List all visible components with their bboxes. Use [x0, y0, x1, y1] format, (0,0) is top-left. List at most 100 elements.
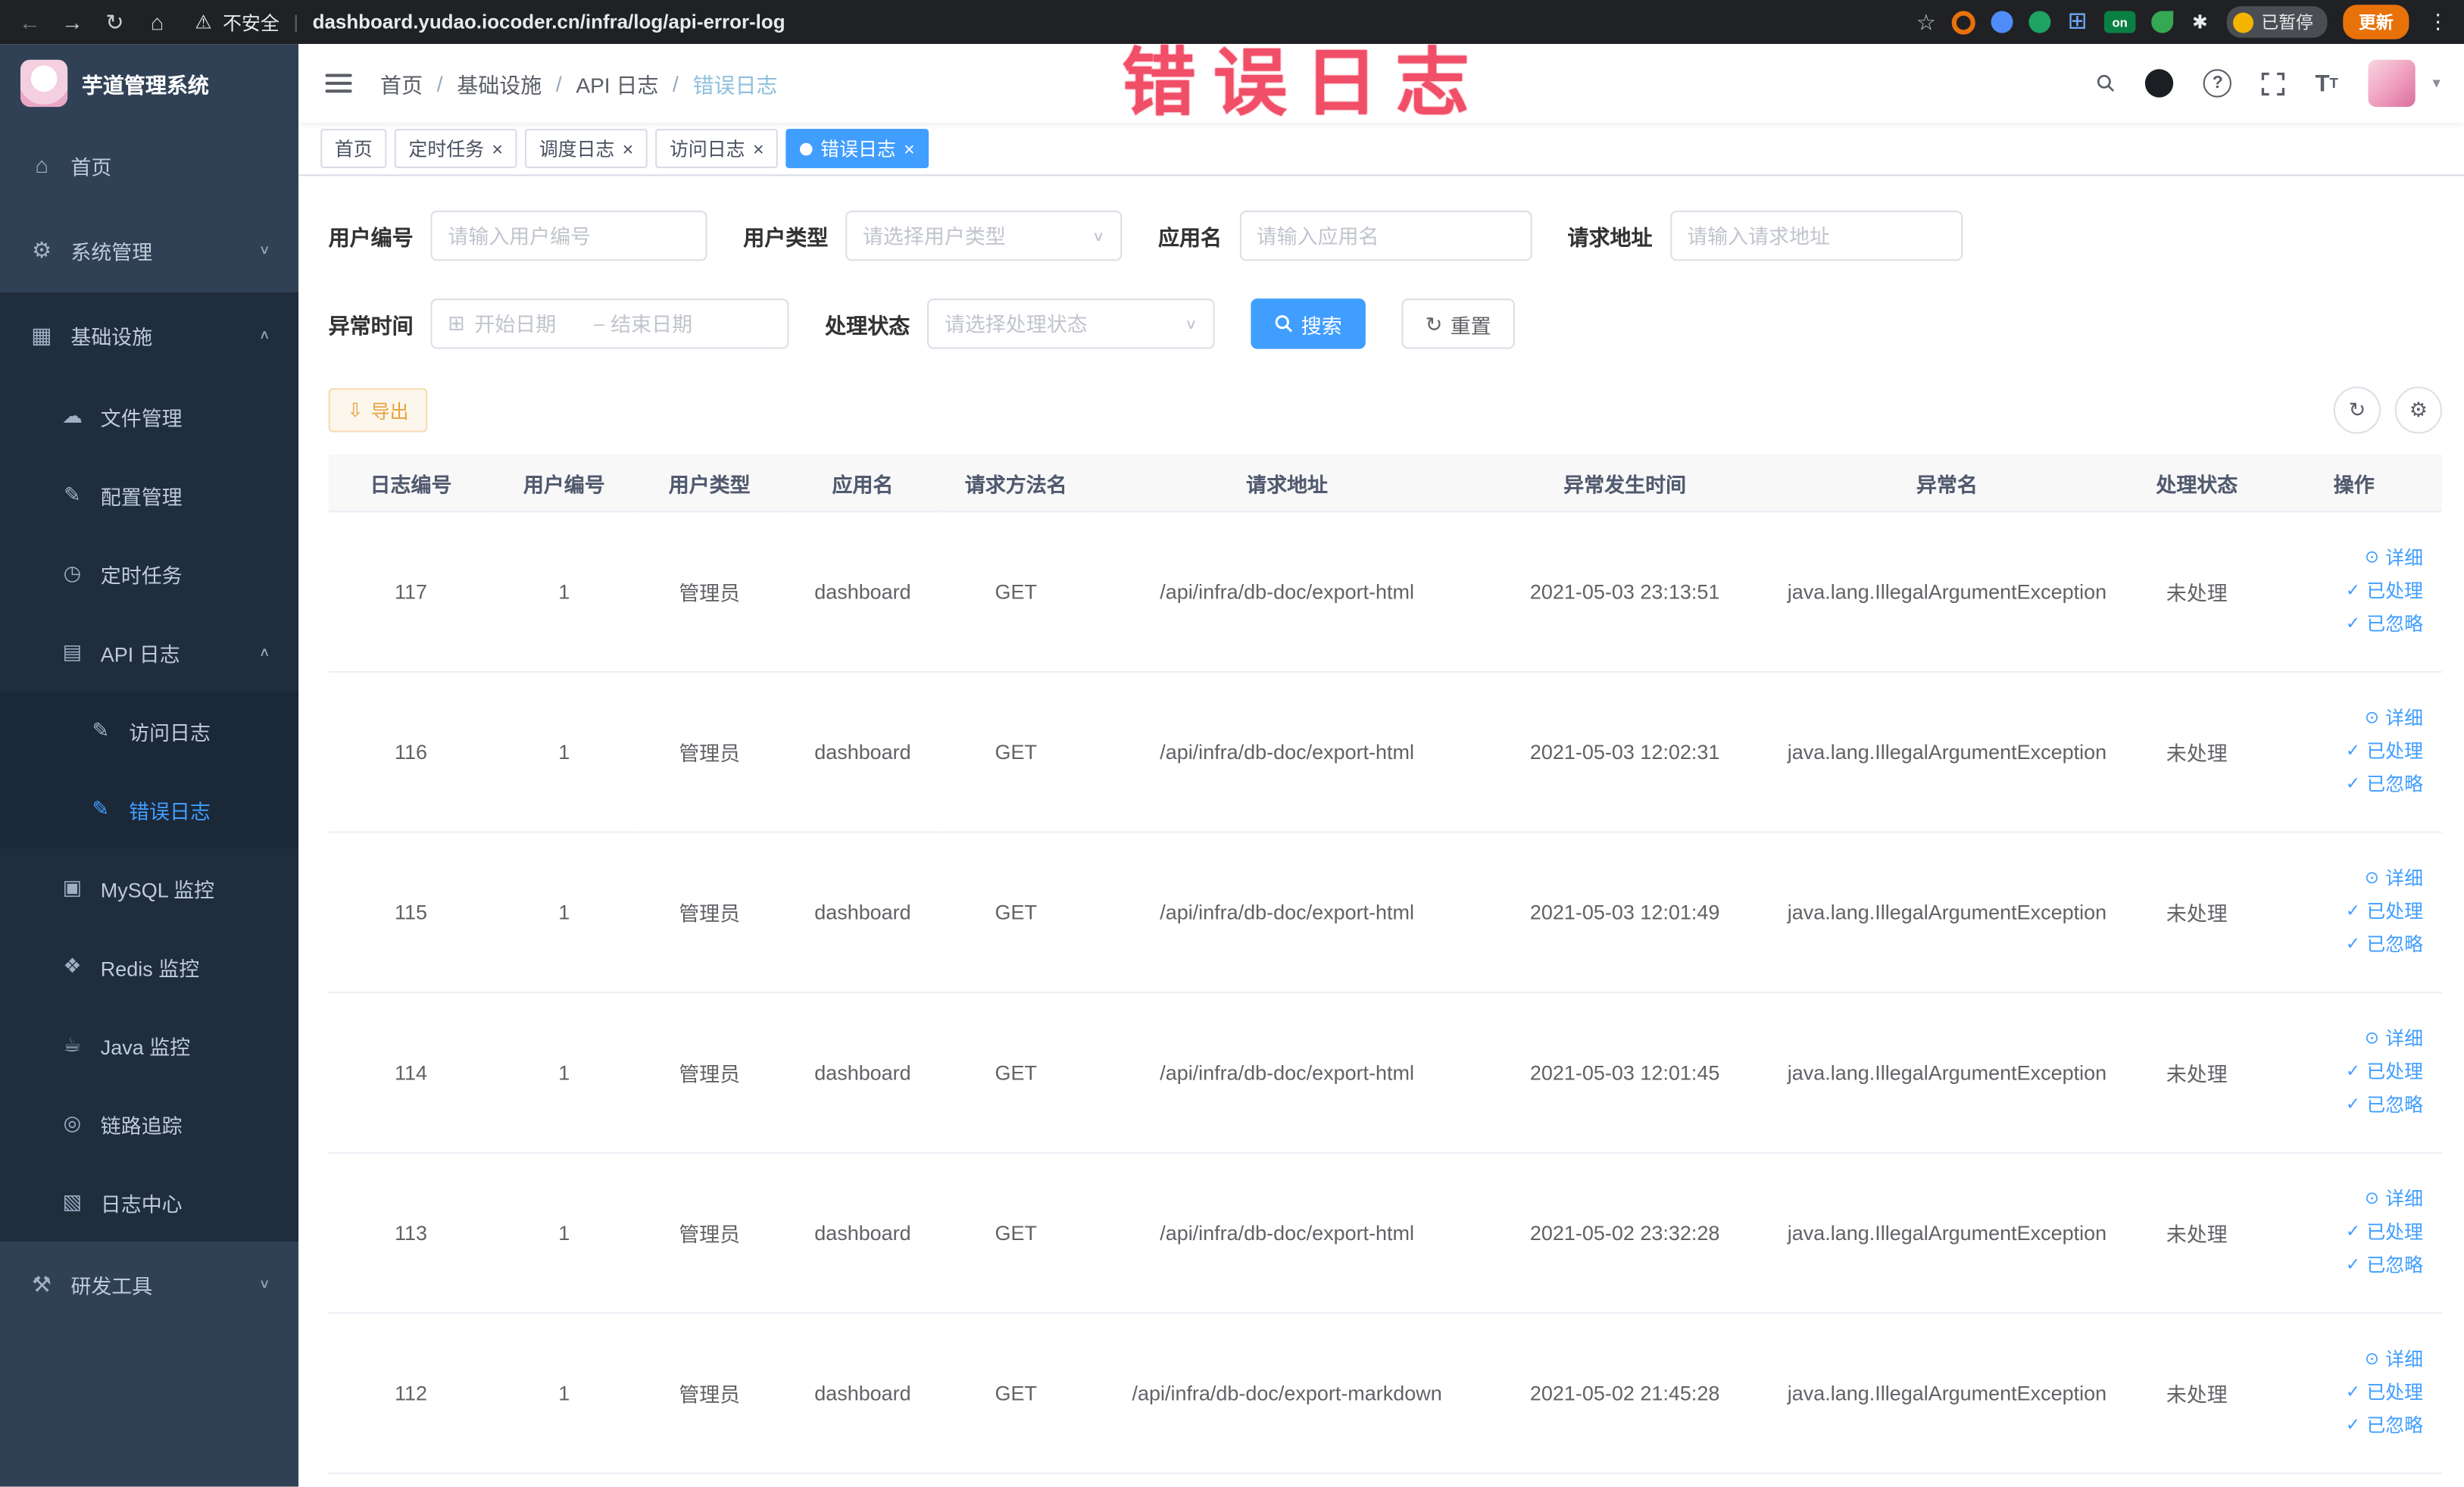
tab-error-logs[interactable]: 错误日志 ×: [785, 129, 929, 168]
sidebar-item-label: 日志中心: [100, 1192, 183, 1216]
mark-ignored-link[interactable]: ✓ 已忽略: [2272, 1410, 2423, 1443]
tab-label: 定时任务: [408, 138, 485, 161]
process-status-select-input[interactable]: [944, 300, 1176, 348]
sidebar-item-label: 配置管理: [100, 485, 183, 509]
help-icon[interactable]: ?: [2203, 69, 2232, 98]
sidebar-item-error-logs[interactable]: ✎ 错误日志: [0, 770, 299, 849]
close-icon[interactable]: ×: [492, 139, 503, 158]
user-type-select[interactable]: ∨: [845, 210, 1123, 261]
search-button[interactable]: 搜索: [1251, 298, 1366, 349]
mark-processed-link[interactable]: ✓ 已处理: [2272, 896, 2423, 929]
mark-processed-link[interactable]: ✓ 已处理: [2272, 1217, 2423, 1250]
sidebar-menu: ⌂ 首页 ⚙ 系统管理 ∨ ▦ 基础设施 ∧ ☁ 文件管理 ✎ 配置管理 ◷ 定…: [0, 123, 299, 1487]
tab-scheduled-tasks[interactable]: 定时任务 ×: [394, 129, 517, 168]
end-date-input[interactable]: [611, 300, 724, 348]
detail-link[interactable]: ⊙ 详细: [2272, 702, 2423, 736]
chevron-down-icon[interactable]: ▾: [2432, 75, 2440, 92]
chevron-up-icon: ∧: [258, 327, 270, 342]
home-icon[interactable]: ⌂: [143, 9, 171, 34]
request-url-input[interactable]: [1687, 212, 1945, 260]
mark-processed-link[interactable]: ✓ 已处理: [2272, 1376, 2423, 1410]
detail-link[interactable]: ⊙ 详细: [2272, 1023, 2423, 1057]
sidebar-item-mysql-monitor[interactable]: ▣ MySQL 监控: [0, 848, 298, 927]
extension-icon[interactable]: [2028, 11, 2051, 33]
reset-button[interactable]: ↻ 重置: [1401, 298, 1515, 349]
tab-home[interactable]: 首页: [320, 129, 387, 168]
mark-ignored-link[interactable]: ✓ 已忽略: [2272, 768, 2423, 801]
sidebar-item-dev-tools[interactable]: ⚒ 研发工具 ∨: [0, 1242, 298, 1326]
mark-ignored-link[interactable]: ✓ 已忽略: [2272, 1089, 2423, 1123]
search-icon[interactable]: [2097, 74, 2116, 93]
extension-icon[interactable]: [1991, 11, 2013, 33]
github-icon[interactable]: [2145, 69, 2174, 98]
user-avatar[interactable]: [2368, 59, 2416, 108]
mark-ignored-link[interactable]: ✓ 已忽略: [2272, 1249, 2423, 1282]
sidebar-item-link-tracing[interactable]: ◎ 链路追踪: [0, 1084, 298, 1163]
mark-ignored-link[interactable]: ✓ 已忽略: [2272, 608, 2423, 642]
sidebar-item-file-management[interactable]: ☁ 文件管理: [0, 377, 298, 456]
monkey-face-icon: [2233, 11, 2254, 33]
breadcrumb-item[interactable]: 首页: [380, 67, 423, 98]
table-row: 115 1 管理员 dashboard GET /api/infra/db-do…: [328, 832, 2442, 994]
extension-icon[interactable]: [2151, 11, 2174, 33]
check-icon: ✓: [2345, 614, 2361, 634]
browser-update-button[interactable]: 更新: [2343, 5, 2409, 39]
refresh-icon[interactable]: ↻: [101, 8, 129, 35]
logo[interactable]: 芋道管理系统: [0, 44, 298, 123]
sidebar-item-java-monitor[interactable]: ☕ Java 监控: [0, 1006, 298, 1085]
sidebar-item-label: MySQL 监控: [100, 877, 215, 901]
process-status-select[interactable]: ∨: [927, 298, 1215, 349]
mark-processed-link[interactable]: ✓ 已处理: [2272, 736, 2423, 769]
breadcrumb-item[interactable]: 基础设施: [457, 67, 542, 98]
close-icon[interactable]: ×: [623, 139, 634, 158]
sidebar-item-infrastructure[interactable]: ▦ 基础设施 ∧: [0, 292, 298, 377]
close-icon[interactable]: ×: [753, 139, 764, 158]
back-icon[interactable]: ←: [16, 9, 44, 34]
address-bar[interactable]: ⚠ 不安全 dashboard.yudao.iocoder.cn/infra/l…: [195, 8, 1902, 35]
user-id-input[interactable]: [448, 212, 690, 260]
close-icon[interactable]: ×: [904, 139, 915, 158]
sidebar-toggle[interactable]: [322, 63, 355, 104]
export-button-label: 导出: [370, 399, 409, 423]
column-settings-icon[interactable]: ⚙: [2394, 386, 2442, 434]
tampermonkey-paused-badge[interactable]: 已暂停: [2226, 6, 2328, 38]
app-name-input[interactable]: [1256, 212, 1514, 260]
extension-icon[interactable]: [1951, 10, 1975, 34]
detail-link[interactable]: ⊙ 详细: [2272, 1183, 2423, 1217]
download-icon: ⇩: [347, 398, 364, 421]
start-date-input[interactable]: [474, 300, 588, 348]
export-button[interactable]: ⇩ 导出: [328, 388, 428, 433]
sidebar-item-config-management[interactable]: ✎ 配置管理: [0, 456, 298, 535]
sidebar-item-access-logs[interactable]: ✎ 访问日志: [0, 691, 299, 770]
sidebar-item-home[interactable]: ⌂ 首页: [0, 123, 298, 208]
detail-link[interactable]: ⊙ 详细: [2272, 542, 2423, 576]
sidebar-item-api-logs[interactable]: ▤ API 日志 ∧: [0, 613, 298, 692]
forward-icon[interactable]: →: [58, 9, 86, 34]
fullscreen-icon[interactable]: [2262, 71, 2285, 95]
refresh-table-icon[interactable]: ↻: [2333, 386, 2381, 434]
extension-icon[interactable]: ✱: [2189, 11, 2211, 33]
mark-ignored-link[interactable]: ✓ 已忽略: [2272, 929, 2423, 962]
cell-exception-name: java.lang.IllegalArgumentException: [1766, 992, 2128, 1154]
mark-processed-link[interactable]: ✓ 已处理: [2272, 575, 2423, 608]
bookmark-star-icon[interactable]: ☆: [1916, 8, 1936, 35]
cell-exception-time: 2021-05-03 23:13:51: [1483, 511, 1766, 673]
detail-link[interactable]: ⊙ 详细: [2272, 863, 2423, 896]
sidebar-item-log-center[interactable]: ▧ 日志中心: [0, 1163, 298, 1242]
user-type-select-input[interactable]: [862, 212, 1083, 260]
browser-menu-icon[interactable]: ⋮: [2428, 9, 2448, 34]
sidebar-item-scheduled-tasks[interactable]: ◷ 定时任务: [0, 534, 298, 613]
clock-icon: ◷: [63, 561, 82, 585]
sidebar-item-redis-monitor[interactable]: ❖ Redis 监控: [0, 927, 298, 1006]
exception-time-range-picker[interactable]: ⊞ –: [430, 298, 789, 349]
extension-icon[interactable]: ⊞: [2066, 9, 2088, 33]
breadcrumb-item[interactable]: API 日志: [576, 67, 658, 98]
font-size-icon[interactable]: TT: [2316, 70, 2338, 96]
sidebar-item-system-management[interactable]: ⚙ 系统管理 ∨: [0, 208, 298, 292]
detail-link[interactable]: ⊙ 详细: [2272, 1344, 2423, 1377]
tab-dispatch-logs[interactable]: 调度日志 ×: [525, 129, 648, 168]
extension-icon[interactable]: on: [2103, 11, 2136, 33]
page-content: 用户编号 用户类型 ∨ 应用名: [298, 176, 2464, 1486]
tab-access-logs[interactable]: 访问日志 ×: [655, 129, 779, 168]
mark-processed-link[interactable]: ✓ 已处理: [2272, 1056, 2423, 1089]
